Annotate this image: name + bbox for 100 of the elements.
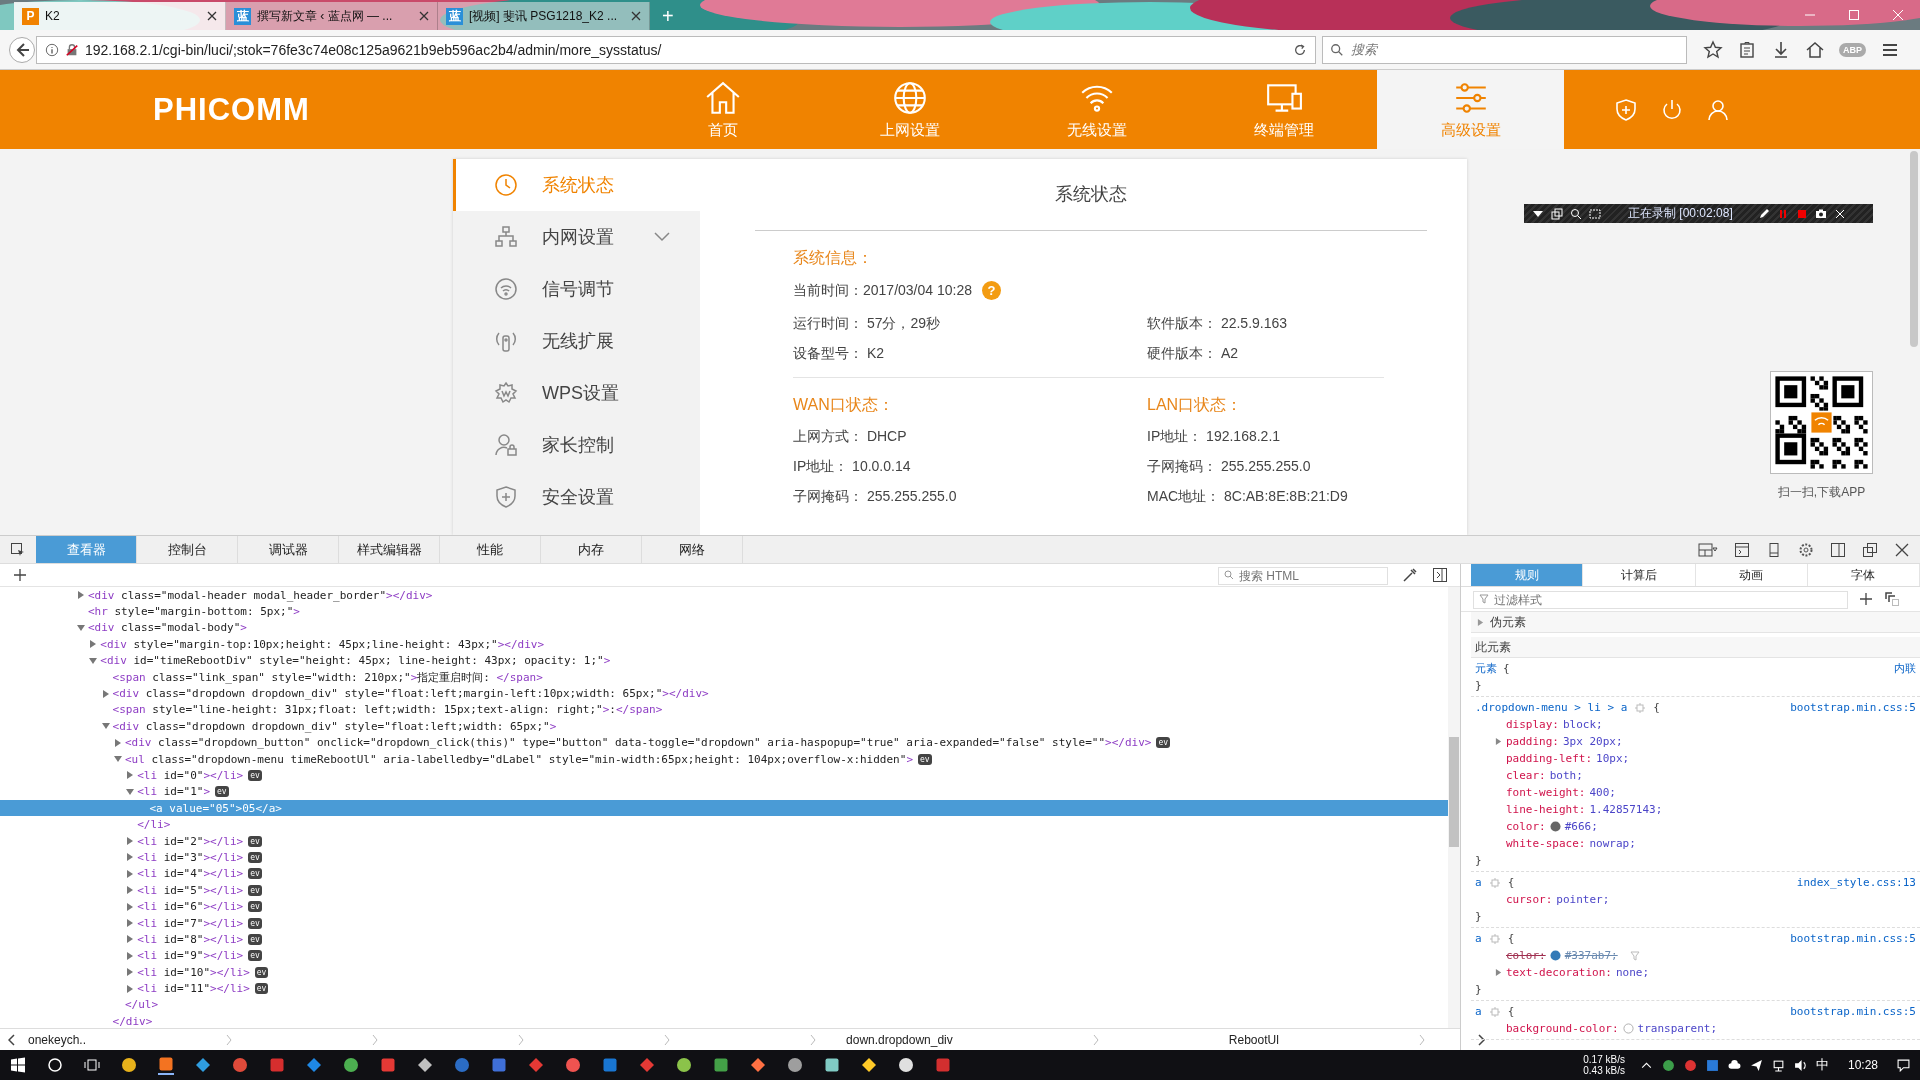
power-icon[interactable]: [1660, 97, 1684, 122]
taskbar-app-icon[interactable]: [898, 1057, 914, 1073]
window-icon[interactable]: [1551, 207, 1563, 220]
css-value[interactable]: transparent;: [1637, 1022, 1718, 1035]
html-node-text[interactable]: <div class="dropdown_button" onclick="dropdown_click(this)" type="button" data-toggle="dropdown" aria-haspopup="true" aria-expanded="false" style=""></div>: [124, 736, 1152, 750]
shield-icon[interactable]: [1614, 97, 1638, 122]
tree-row[interactable]: <li id="10"></li> ev: [0, 964, 1448, 981]
html-node-text[interactable]: <div class="dropdown dropdown_div" style="float:left;width: 65px;">: [112, 719, 557, 733]
close-icon[interactable]: [419, 11, 429, 21]
css-property[interactable]: padding-left:: [1506, 752, 1593, 765]
chevron-left-icon[interactable]: [8, 1033, 16, 1046]
tree-row[interactable]: <hr style="margin-bottom: 5px;">: [0, 603, 1448, 620]
expanded-triangle-icon[interactable]: [101, 722, 110, 731]
new-tab-button[interactable]: +: [650, 2, 686, 30]
html-node-text[interactable]: <li id="7"></li>: [137, 916, 244, 930]
pencil-icon[interactable]: [1757, 207, 1770, 220]
devtools-tab[interactable]: 网络: [642, 536, 743, 563]
css-property[interactable]: text-decoration:: [1506, 966, 1612, 979]
close-icon[interactable]: [207, 11, 217, 21]
html-node-text[interactable]: <div class="dropdown dropdown_div" style="float:left;margin-left:10px;width: 65px;"></div>: [112, 687, 709, 701]
plus-icon[interactable]: [12, 567, 28, 583]
event-badge[interactable]: ev: [248, 884, 262, 896]
collapsed-triangle-icon[interactable]: [126, 869, 135, 878]
collapsed-triangle-icon[interactable]: [126, 968, 135, 977]
tree-row[interactable]: <li id="11"></li> ev: [0, 980, 1448, 997]
info-icon[interactable]: [45, 42, 59, 57]
collapsed-triangle-icon[interactable]: [126, 771, 135, 780]
devtools-tab[interactable]: 调试器: [238, 536, 339, 563]
collapsed-triangle-icon[interactable]: [126, 951, 135, 960]
tree-row[interactable]: <li id="5"></li> ev: [0, 882, 1448, 899]
collapsed-triangle-icon[interactable]: [113, 738, 122, 747]
source-link[interactable]: bootstrap.min.css:5: [1790, 1005, 1916, 1018]
console-icon[interactable]: [1734, 541, 1750, 558]
event-badge[interactable]: ev: [918, 753, 932, 765]
input-method-indicator[interactable]: 中: [1815, 1056, 1829, 1074]
html-node-text[interactable]: <span class="link_span" style="width: 210px;">指定重启时间: </span>: [112, 669, 543, 685]
tray-app-icon[interactable]: [1661, 1058, 1675, 1072]
tree-row[interactable]: <li id="3"></li> ev: [0, 849, 1448, 866]
sidebar-item[interactable]: 信号调节: [453, 263, 700, 315]
user-icon[interactable]: [1706, 97, 1730, 122]
tray-app-icon[interactable]: [1683, 1058, 1697, 1072]
tree-row[interactable]: <li id="9"></li> ev: [0, 947, 1448, 964]
camera-icon[interactable]: [1814, 207, 1827, 220]
taskbar-app-icon[interactable]: [676, 1057, 692, 1073]
breadcrumb[interactable]: RebootUl: [1228, 1032, 1279, 1047]
html-node-text[interactable]: <li id="4"></li>: [137, 867, 244, 881]
css-property[interactable]: clear:: [1506, 769, 1546, 782]
windows-logo-icon[interactable]: [10, 1057, 26, 1073]
taskbar-app-icon[interactable]: [861, 1057, 877, 1073]
sidebar-item[interactable]: 家长控制: [453, 419, 700, 471]
css-value[interactable]: pointer;: [1556, 893, 1610, 906]
element-picker-icon[interactable]: [10, 541, 26, 558]
taskbar-app-icon[interactable]: [824, 1057, 840, 1073]
taskbar-app-icon[interactable]: [713, 1057, 729, 1073]
expanded-triangle-icon[interactable]: [89, 656, 98, 665]
tree-row[interactable]: <span class="link_span" style="width: 210px;">指定重启时间: </span>: [0, 668, 1448, 686]
html-node-text[interactable]: <div class="modal-header modal_header_border"></div>: [88, 588, 433, 602]
event-badge[interactable]: ev: [248, 901, 262, 913]
taskbar-app-icon[interactable]: [195, 1057, 211, 1073]
css-property[interactable]: padding:: [1506, 735, 1559, 748]
eyedropper-icon[interactable]: [1402, 567, 1418, 583]
collapsed-triangle-icon[interactable]: [126, 935, 135, 944]
event-badge[interactable]: ev: [215, 786, 229, 798]
css-property[interactable]: background-color:: [1506, 1022, 1619, 1035]
breadcrumb[interactable]: onekeych..: [28, 1032, 87, 1047]
html-node-text[interactable]: <li id="11"></li>: [137, 982, 250, 996]
event-badge[interactable]: ev: [248, 917, 262, 929]
event-badge[interactable]: ev: [248, 950, 262, 962]
home-icon[interactable]: [1805, 39, 1825, 60]
sidebar-tab[interactable]: 字体: [1807, 564, 1920, 586]
devtools-tab[interactable]: 样式编辑器: [339, 536, 440, 563]
devtools-tab[interactable]: 控制台: [137, 536, 238, 563]
plus-icon[interactable]: [1858, 591, 1874, 607]
sidebar-item[interactable]: 无线扩展: [453, 315, 700, 367]
css-value[interactable]: nowrap;: [1589, 837, 1636, 850]
dock-side-icon[interactable]: [1830, 541, 1846, 558]
html-node-text[interactable]: <hr style="margin-bottom: 5px;">: [88, 605, 300, 619]
close-icon[interactable]: [631, 11, 641, 21]
event-badge[interactable]: ev: [248, 770, 262, 781]
css-value[interactable]: both;: [1549, 769, 1583, 782]
cloud-icon[interactable]: [1727, 1058, 1741, 1072]
tree-row[interactable]: <div class="dropdown dropdown_div" style="float:left;width: 65px;">: [0, 718, 1448, 735]
event-badge[interactable]: ev: [248, 933, 262, 945]
phone-icon[interactable]: [1766, 541, 1782, 558]
layout-icon[interactable]: [1698, 541, 1718, 558]
sidebar-toggle-icon[interactable]: [1432, 567, 1448, 583]
collapsed-triangle-icon[interactable]: [126, 837, 135, 846]
tree-row[interactable]: <li id="6"></li> ev: [0, 898, 1448, 915]
chevron-right-icon[interactable]: [1476, 1033, 1485, 1046]
taskbar-app-icon[interactable]: [343, 1057, 359, 1073]
task-view-icon[interactable]: [84, 1057, 100, 1073]
css-property[interactable]: color:: [1506, 949, 1546, 962]
undock-icon[interactable]: [1862, 541, 1878, 558]
taskbar-app-icon[interactable]: [158, 1055, 174, 1075]
expanded-triangle-icon[interactable]: [126, 787, 135, 796]
close-icon[interactable]: [1894, 541, 1910, 558]
html-node-text[interactable]: <div style="margin-top:10px;height: 45px;line-height: 43px;"></div>: [100, 637, 545, 651]
pseudo-elements-row[interactable]: 伪元素: [1471, 612, 1920, 633]
sidebar-item[interactable]: 安全设置: [453, 471, 700, 523]
color-swatch[interactable]: [1549, 821, 1561, 832]
